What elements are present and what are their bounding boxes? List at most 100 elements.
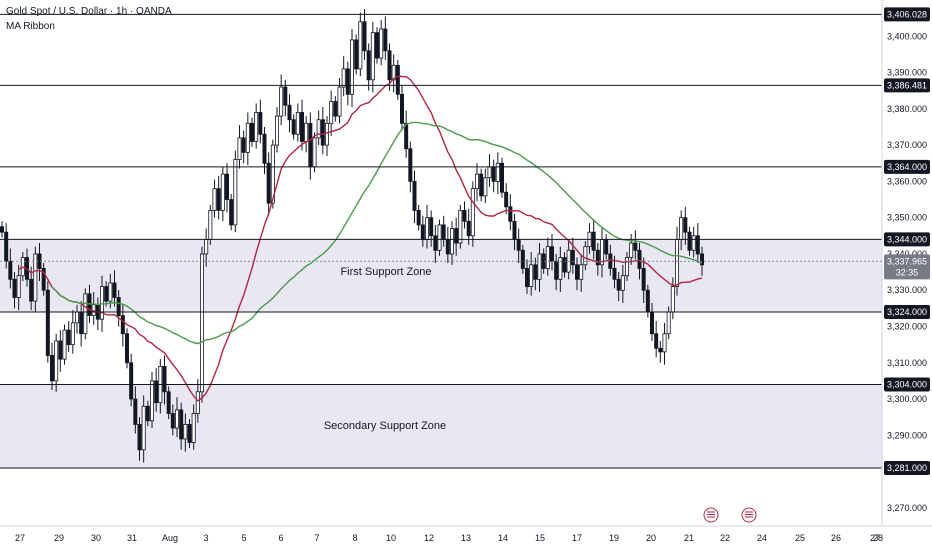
y-tick-5: 3,350.000 xyxy=(887,213,927,223)
candle-body-55 xyxy=(229,199,234,226)
candle-body-159 xyxy=(662,333,667,353)
candle-body-69 xyxy=(287,104,292,121)
candle-body-147 xyxy=(612,268,617,280)
x-tick-20: 24 xyxy=(757,533,767,543)
candle-body-31 xyxy=(129,362,134,400)
candle-body-156 xyxy=(650,311,655,335)
x-tick-21: 25 xyxy=(795,533,805,543)
candle-body-121 xyxy=(504,191,509,208)
candle-body-24 xyxy=(100,286,105,320)
level-tag-label-4: 3,324.000 xyxy=(887,307,927,317)
candle-body-47 xyxy=(195,391,200,414)
candle-body-12 xyxy=(50,355,55,382)
candle-body-13 xyxy=(54,340,59,382)
candle-body-127 xyxy=(529,264,534,287)
candle-body-102 xyxy=(424,217,429,240)
event-flag-icon-1[interactable] xyxy=(741,507,757,523)
candle-body-133 xyxy=(554,260,559,280)
candle-body-134 xyxy=(558,257,563,280)
x-tick-0: 27 xyxy=(15,533,25,543)
candle-body-142 xyxy=(591,231,596,251)
x-tick-10: 10 xyxy=(386,533,396,543)
level-tag-label-3: 3,344.000 xyxy=(887,234,927,244)
y-tick-7: 3,330.000 xyxy=(887,285,927,295)
candle-body-75 xyxy=(312,137,317,168)
candle-body-82 xyxy=(341,68,346,88)
x-tick-24: 28 xyxy=(873,533,883,543)
candle-body-87 xyxy=(362,21,367,52)
candle-body-17 xyxy=(70,322,75,346)
candle-body-96 xyxy=(399,93,404,124)
candle-body-3 xyxy=(12,278,17,298)
candle-body-118 xyxy=(491,166,496,182)
candle-body-63 xyxy=(262,133,267,164)
x-tick-2: 30 xyxy=(91,533,101,543)
y-tick-8: 3,320.000 xyxy=(887,321,927,331)
candle-body-81 xyxy=(337,86,342,117)
price-chart[interactable]: 3,406.028 3,386.481 3,364.000 3,344.000 3,32… xyxy=(0,0,932,550)
candle-body-123 xyxy=(512,220,517,240)
candle-body-77 xyxy=(320,119,325,146)
x-tick-7: 6 xyxy=(278,533,283,543)
current-price-label: 3,337.965 xyxy=(887,256,927,266)
candle-body-167 xyxy=(695,235,700,255)
y-tick-4: 3,360.000 xyxy=(887,176,927,186)
candle-body-97 xyxy=(404,122,409,150)
candle-body-42 xyxy=(174,409,179,429)
candle-body-166 xyxy=(691,235,696,251)
y-tick-11: 3,290.000 xyxy=(887,430,927,440)
candle-body-86 xyxy=(358,21,363,70)
candle-body-32 xyxy=(133,398,138,425)
candle-body-100 xyxy=(416,209,421,226)
candle-body-103 xyxy=(429,217,434,237)
candle-body-115 xyxy=(479,173,484,197)
candle-body-26 xyxy=(108,282,113,302)
candle-body-164 xyxy=(683,217,688,233)
x-tick-13: 14 xyxy=(498,533,508,543)
candle-body-99 xyxy=(412,180,417,211)
candle-body-73 xyxy=(304,122,309,142)
candle-body-35 xyxy=(145,405,150,422)
candle-body-83 xyxy=(345,68,350,95)
candle-body-112 xyxy=(466,220,471,237)
candle-body-72 xyxy=(299,112,304,142)
candle-body-74 xyxy=(308,122,313,168)
candle-body-101 xyxy=(420,224,425,240)
candle-body-108 xyxy=(449,228,454,255)
candle-body-80 xyxy=(333,101,338,117)
candle-body-107 xyxy=(445,239,450,255)
candle-body-148 xyxy=(616,278,621,291)
candle-body-66 xyxy=(274,115,279,146)
level-tag-label-2: 3,364.000 xyxy=(887,162,927,172)
candle-body-114 xyxy=(474,173,479,190)
support-zones xyxy=(0,239,882,468)
candle-body-95 xyxy=(395,64,400,95)
x-tick-4: Aug xyxy=(162,533,178,543)
y-tick-10: 3,300.000 xyxy=(887,394,927,404)
candle-body-53 xyxy=(220,173,225,211)
event-flag-icon-0[interactable] xyxy=(703,507,719,523)
time-axis[interactable]: 27 29 30 31 Aug 3 5 6 7 8 10 12 13 14 15 17 19 20 21 22 24 25… xyxy=(15,533,883,543)
x-tick-5: 3 xyxy=(203,533,208,543)
candle-body-124 xyxy=(516,239,521,251)
candle-body-60 xyxy=(249,122,254,142)
candle-body-129 xyxy=(537,253,542,280)
zone-label-secondary: Secondary Support Zone xyxy=(324,420,446,432)
event-markers[interactable] xyxy=(703,507,757,523)
candle-body-138 xyxy=(575,264,580,280)
candle-body-157 xyxy=(654,333,659,349)
x-tick-9: 8 xyxy=(352,533,357,543)
candle-body-14 xyxy=(58,340,63,360)
candle-body-1 xyxy=(4,231,9,262)
candle-body-71 xyxy=(295,112,300,135)
x-tick-6: 5 xyxy=(241,533,246,543)
candle-body-135 xyxy=(562,257,567,273)
candle-body-140 xyxy=(583,246,588,266)
candle-body-41 xyxy=(170,413,175,429)
candle-body-98 xyxy=(408,148,413,182)
candle-body-15 xyxy=(62,329,67,360)
x-tick-17: 20 xyxy=(646,533,656,543)
candle-body-153 xyxy=(637,249,642,269)
candle-body-126 xyxy=(525,268,530,287)
x-tick-12: 13 xyxy=(461,533,471,543)
